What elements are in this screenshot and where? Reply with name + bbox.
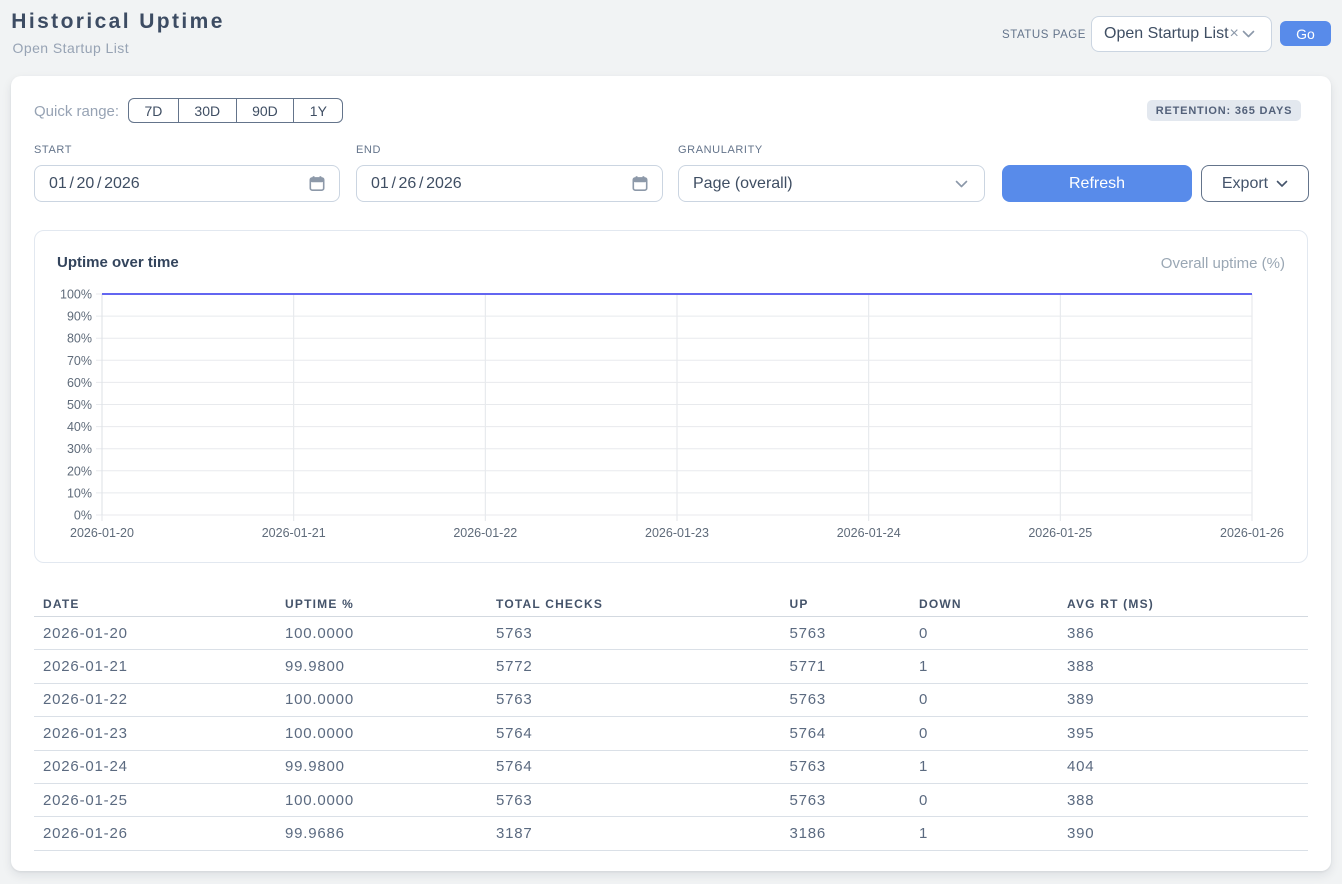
svg-text:80%: 80% xyxy=(67,332,92,346)
svg-text:2026-01-20: 2026-01-20 xyxy=(70,526,134,540)
svg-text:10%: 10% xyxy=(67,486,92,500)
svg-text:2026-01-23: 2026-01-23 xyxy=(645,526,709,540)
svg-text:2026-01-26: 2026-01-26 xyxy=(1220,526,1284,540)
svg-text:40%: 40% xyxy=(67,420,92,434)
svg-text:60%: 60% xyxy=(67,376,92,390)
svg-text:90%: 90% xyxy=(67,310,92,324)
svg-text:30%: 30% xyxy=(67,442,92,456)
svg-text:2026-01-24: 2026-01-24 xyxy=(837,526,901,540)
svg-text:2026-01-22: 2026-01-22 xyxy=(453,526,517,540)
svg-text:100%: 100% xyxy=(60,288,92,302)
svg-text:0%: 0% xyxy=(74,509,92,523)
svg-text:50%: 50% xyxy=(67,398,92,412)
svg-text:20%: 20% xyxy=(67,464,92,478)
svg-text:2026-01-25: 2026-01-25 xyxy=(1028,526,1092,540)
svg-text:70%: 70% xyxy=(67,354,92,368)
svg-text:2026-01-21: 2026-01-21 xyxy=(262,526,326,540)
